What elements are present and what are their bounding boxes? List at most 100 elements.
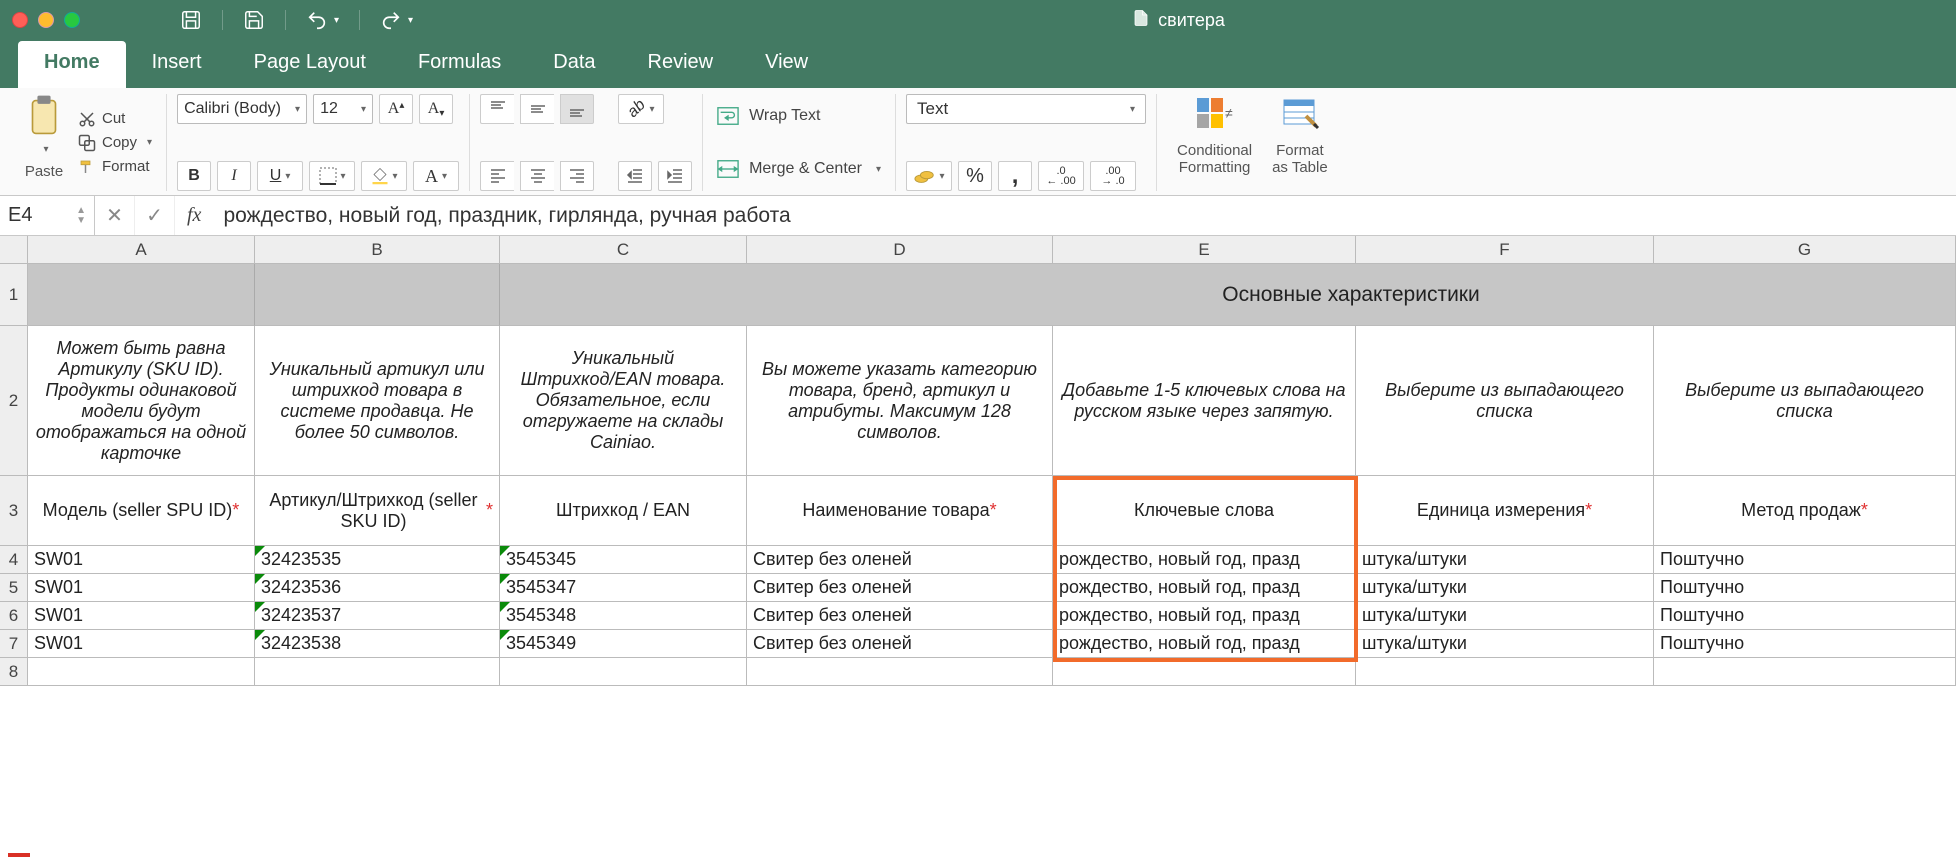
cell-C7[interactable]: 3545349 [500,630,747,658]
cell-E2[interactable]: Добавьте 1-5 ключевых слова на русском я… [1053,326,1356,476]
cell-F4[interactable]: штука/штуки [1356,546,1654,574]
increase-decimal-button[interactable]: .0← .00 [1038,161,1084,191]
cell-E7[interactable]: рождество, новый год, празд [1053,630,1356,658]
align-bottom-button[interactable] [560,94,594,124]
tab-view[interactable]: View [739,41,834,88]
enter-formula-button[interactable]: ✓ [135,196,175,235]
name-box[interactable]: E4 ▲▼ [0,196,95,235]
row-header-4[interactable]: 4 [0,546,28,574]
fill-color-button[interactable]: ▾ [361,161,407,191]
row-header-2[interactable]: 2 [0,326,28,476]
cell-F3[interactable]: Единица измерения* [1356,476,1654,546]
font-name-select[interactable]: Calibri (Body)▾ [177,94,307,124]
cell-A1[interactable] [28,264,255,326]
cell-C1[interactable] [500,264,747,326]
col-header-B[interactable]: B [255,236,500,263]
number-format-select[interactable]: Text▾ [906,94,1146,124]
cell-C6[interactable]: 3545348 [500,602,747,630]
row-header-5[interactable]: 5 [0,574,28,602]
tab-insert[interactable]: Insert [126,41,228,88]
cell-G5[interactable]: Поштучно [1654,574,1956,602]
cell-C3[interactable]: Штрихкод / EAN [500,476,747,546]
align-middle-button[interactable] [520,94,554,124]
cell-C8[interactable] [500,658,747,686]
cell-E3[interactable]: Ключевые слова [1053,476,1356,546]
col-header-A[interactable]: A [28,236,255,263]
cell-B5[interactable]: 32423536 [255,574,500,602]
cell-A6[interactable]: SW01 [28,602,255,630]
maximize-window-button[interactable] [64,12,80,28]
cell-G2[interactable]: Выберите из выпадающего списка [1654,326,1956,476]
cell-A8[interactable] [28,658,255,686]
wrap-text-button[interactable]: Wrap Text [713,104,824,128]
cell-F6[interactable]: штука/штуки [1356,602,1654,630]
save-icon[interactable] [243,9,265,31]
cell-E8[interactable] [1053,658,1356,686]
increase-font-button[interactable]: A▴ [379,94,413,124]
tab-formulas[interactable]: Formulas [392,41,527,88]
cell-E6[interactable]: рождество, новый год, празд [1053,602,1356,630]
cell-B7[interactable]: 32423538 [255,630,500,658]
cell-B1[interactable] [255,264,500,326]
col-header-C[interactable]: C [500,236,747,263]
copy-button[interactable]: Copy▾ [74,132,156,154]
tab-review[interactable]: Review [622,41,740,88]
underline-button[interactable]: U▾ [257,161,303,191]
font-size-select[interactable]: 12▾ [313,94,373,124]
percent-button[interactable]: % [958,161,992,191]
cell-B2[interactable]: Уникальный артикул или штрихкод товара в… [255,326,500,476]
cell-A3[interactable]: Модель (seller SPU ID)* [28,476,255,546]
cell-B6[interactable]: 32423537 [255,602,500,630]
align-right-button[interactable] [560,161,594,191]
cell-D3[interactable]: Наименование товара* [747,476,1053,546]
cell-A4[interactable]: SW01 [28,546,255,574]
name-box-stepper[interactable]: ▲▼ [76,206,86,226]
fx-label[interactable]: fx [175,204,213,227]
cell-C4[interactable]: 3545345 [500,546,747,574]
col-header-D[interactable]: D [747,236,1053,263]
align-left-button[interactable] [480,161,514,191]
redo-icon[interactable]: ▾ [380,9,413,31]
cell-G4[interactable]: Поштучно [1654,546,1956,574]
cell-B8[interactable] [255,658,500,686]
cell-D2[interactable]: Вы можете указать категорию товара, брен… [747,326,1053,476]
tab-home[interactable]: Home [18,41,126,88]
row-header-8[interactable]: 8 [0,658,28,686]
decrease-decimal-button[interactable]: .00→ .0 [1090,161,1136,191]
format-as-table-button[interactable]: Format as Table [1262,94,1338,191]
select-all-corner[interactable] [0,236,28,263]
cell-G3[interactable]: Метод продаж* [1654,476,1956,546]
cancel-formula-button[interactable]: ✕ [95,196,135,235]
cell-F2[interactable]: Выберите из выпадающего списка [1356,326,1654,476]
italic-button[interactable]: I [217,161,251,191]
decrease-font-button[interactable]: A▾ [419,94,453,124]
decrease-indent-button[interactable] [618,161,652,191]
cell-G7[interactable]: Поштучно [1654,630,1956,658]
increase-indent-button[interactable] [658,161,692,191]
font-color-button[interactable]: A ▾ [413,161,459,191]
row-header-7[interactable]: 7 [0,630,28,658]
cell-A5[interactable]: SW01 [28,574,255,602]
cell-C2[interactable]: Уникальный Штрихкод/EAN товара. Обязател… [500,326,747,476]
cell-B3[interactable]: Артикул/Штрихкод (seller SKU ID)* [255,476,500,546]
tab-page-layout[interactable]: Page Layout [228,41,392,88]
cell-D6[interactable]: Свитер без оленей [747,602,1053,630]
cell-B4[interactable]: 32423535 [255,546,500,574]
row-header-6[interactable]: 6 [0,602,28,630]
row-header-1[interactable]: 1 [0,264,28,326]
currency-button[interactable]: ▾ [906,161,952,191]
orientation-button[interactable]: ab▾ [618,94,664,124]
cell-A2[interactable]: Может быть равна Артикулу (SKU ID). Прод… [28,326,255,476]
cell-F7[interactable]: штука/штуки [1356,630,1654,658]
cell-D5[interactable]: Свитер без оленей [747,574,1053,602]
merged-header-cell[interactable]: Основные характеристики [747,264,1956,326]
cell-E4[interactable]: рождество, новый год, празд [1053,546,1356,574]
merge-center-button[interactable]: Merge & Center ▾ [713,157,885,181]
cell-E5[interactable]: рождество, новый год, празд [1053,574,1356,602]
conditional-formatting-button[interactable]: ≠ Conditional Formatting [1167,94,1262,191]
cell-D4[interactable]: Свитер без оленей [747,546,1053,574]
row-header-3[interactable]: 3 [0,476,28,546]
cell-D8[interactable] [747,658,1053,686]
col-header-G[interactable]: G [1654,236,1956,263]
paste-button[interactable]: ▾ Paste [24,94,64,191]
